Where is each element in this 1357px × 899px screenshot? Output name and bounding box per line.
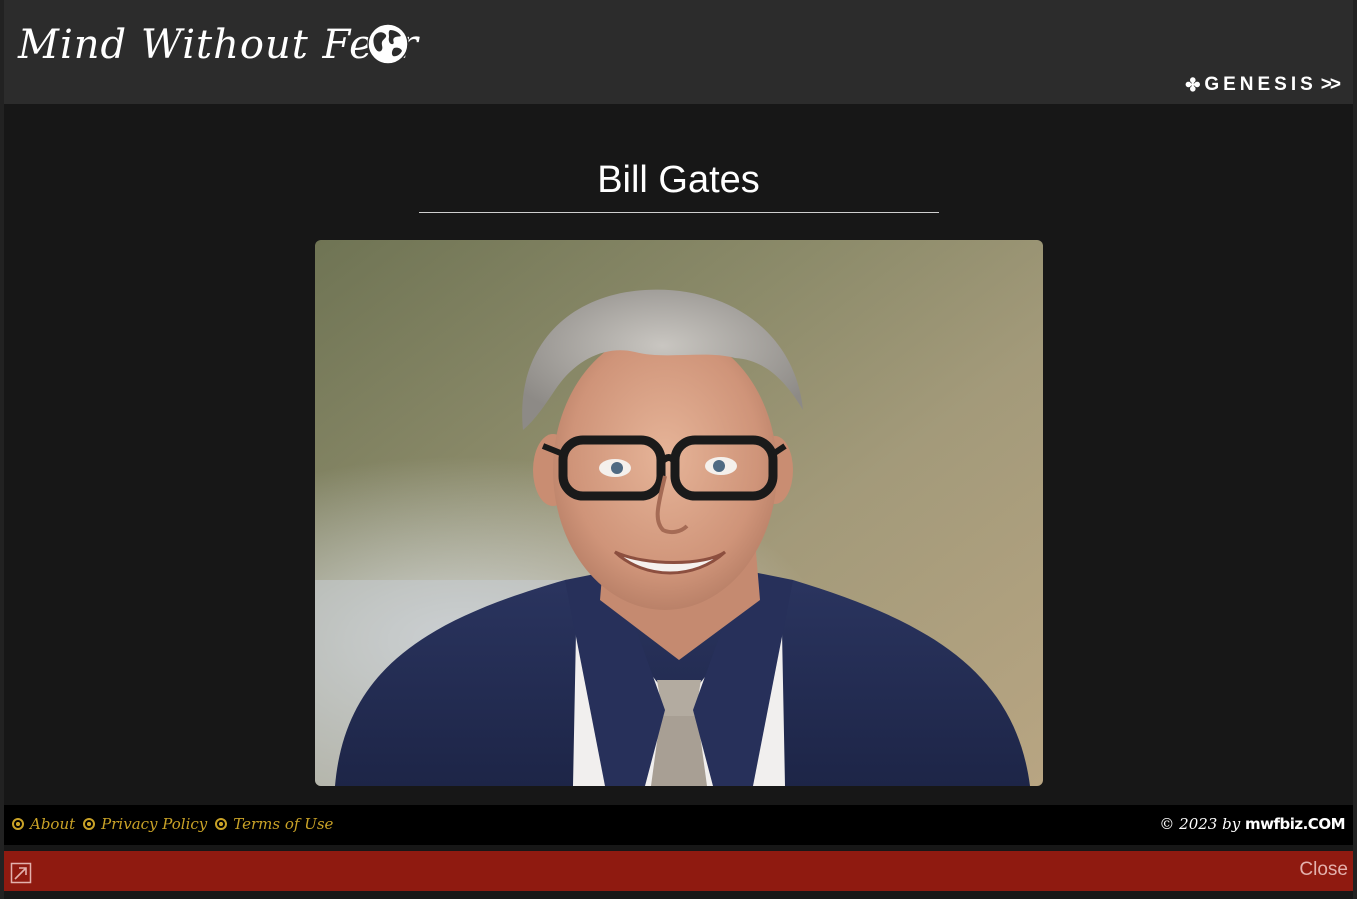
globe-icon xyxy=(367,23,409,65)
footer-link-label: Terms of Use xyxy=(233,815,334,833)
footer-link-about[interactable]: About xyxy=(12,815,75,833)
site-header: Mind Without Fear ✤ GENESIS >> xyxy=(4,0,1353,104)
page-title: Bill Gates xyxy=(597,159,760,202)
title-divider xyxy=(419,212,939,213)
genesis-label: GENESIS xyxy=(1204,74,1317,95)
footer-link-label: About xyxy=(30,815,76,833)
double-arrow-icon: >> xyxy=(1320,74,1341,95)
expand-arrow-icon[interactable] xyxy=(10,862,32,884)
bullet-icon xyxy=(215,818,228,830)
footer-link-terms-of-use[interactable]: Terms of Use xyxy=(215,815,333,833)
close-button[interactable]: Close xyxy=(1299,859,1348,881)
footer-link-label: Privacy Policy xyxy=(101,815,208,833)
genesis-link[interactable]: ✤ GENESIS >> xyxy=(1185,74,1341,96)
portrait-image xyxy=(315,240,1043,786)
portrait-illustration xyxy=(315,240,1043,786)
close-bar: Close xyxy=(4,851,1353,891)
footer-links: About Privacy Policy Terms of Use xyxy=(12,815,333,833)
bullet-icon xyxy=(83,818,96,830)
copyright-notice: © 2023 by mwfbiz.COM xyxy=(1159,815,1345,833)
page-frame: Mind Without Fear ✤ GENESIS >> Bill Gate… xyxy=(4,0,1353,899)
bullet-icon xyxy=(12,818,24,830)
copyright-prefix: © 2023 by xyxy=(1159,815,1241,833)
site-title[interactable]: Mind Without Fear xyxy=(18,22,419,68)
clover-icon: ✤ xyxy=(1185,74,1201,95)
site-footer: About Privacy Policy Terms of Use © 2023… xyxy=(4,805,1353,845)
copyright-brand-link[interactable]: mwfbiz.COM xyxy=(1245,815,1346,833)
footer-link-privacy-policy[interactable]: Privacy Policy xyxy=(83,815,207,833)
